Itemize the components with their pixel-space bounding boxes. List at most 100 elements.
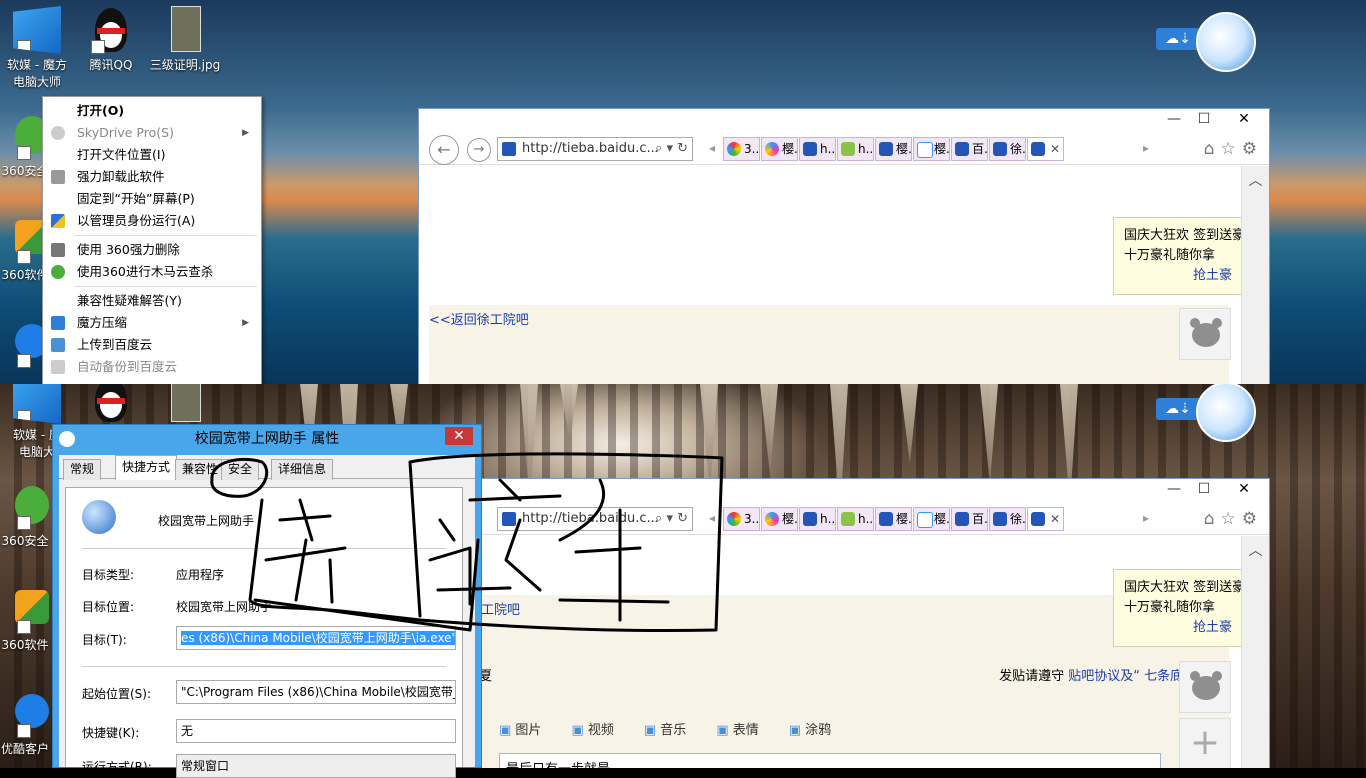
target-label: 目标(T): xyxy=(82,633,127,647)
tab-scroll-right-icon[interactable]: ▸ xyxy=(1143,141,1149,155)
desktop-icon-qq[interactable]: 腾讯QQ xyxy=(74,6,148,73)
forward-arrow-icon[interactable]: → xyxy=(467,138,491,162)
tab-close-icon[interactable]: ✕ xyxy=(1050,508,1060,530)
scroll-up-icon[interactable]: ︿ xyxy=(1242,170,1269,190)
tab[interactable]: 樱... xyxy=(875,137,912,161)
mofang-icon xyxy=(13,6,61,54)
gear-icon[interactable]: ⚙ xyxy=(1242,509,1263,529)
menu-item-run-admin[interactable]: 以管理员身份运行(A) xyxy=(43,210,261,232)
tieba-agreement-link[interactable]: 贴吧协议及 xyxy=(1068,669,1133,684)
browser-titlebar: — ☐ ✕ xyxy=(419,109,1269,131)
menu-item-compat-troubleshoot[interactable]: 兼容性疑难解答(Y) xyxy=(43,290,261,312)
search-refresh-icon[interactable]: ⌕ ▾ ↻ xyxy=(655,508,688,530)
context-menu: 打开(O) SkyDrive Pro(S) ▶ 打开文件位置(I) 强力卸载此软件… xyxy=(42,96,262,384)
back-to-forum-link[interactable]: <<返回徐工院吧 xyxy=(429,309,529,328)
menu-item-mofang-compress[interactable]: 魔方压缩 ▶ xyxy=(43,312,261,334)
tab[interactable]: h... xyxy=(837,507,874,531)
back-to-forum-link[interactable]: 工院吧 xyxy=(481,599,520,618)
close-button[interactable]: ✕ xyxy=(1221,479,1267,499)
maximize-button[interactable]: ☐ xyxy=(1189,479,1219,499)
divider xyxy=(82,548,446,549)
gear-icon[interactable]: ⚙ xyxy=(1242,139,1263,159)
search-refresh-icon[interactable]: ⌕ ▾ ↻ xyxy=(655,138,688,160)
menu-item-pin-start[interactable]: 固定到“开始”屏幕(P) xyxy=(43,188,261,210)
insert-emoji-button[interactable]: 表情 xyxy=(716,719,759,738)
back-arrow-icon[interactable]: ← xyxy=(429,135,459,165)
tab[interactable]: 樱... xyxy=(875,507,912,531)
desktop-icon-jpg[interactable]: 三级证明.jpg xyxy=(148,6,222,73)
tab[interactable]: h... xyxy=(799,507,836,531)
bear-mascot-icon[interactable] xyxy=(1179,661,1231,713)
promo-link[interactable]: 抢土豪 xyxy=(1124,618,1232,638)
post-editor[interactable]: 最后只有一步就是 xyxy=(499,753,1161,768)
target-field[interactable]: es (x86)\China Mobile\校园宽带上网助手\ia.exe" xyxy=(176,626,456,650)
menu-separator xyxy=(75,235,257,236)
desktop-icon-qq[interactable] xyxy=(74,384,148,426)
menu-item-open[interactable]: 打开(O) xyxy=(43,100,261,122)
insert-music-button[interactable]: 音乐 xyxy=(644,719,686,738)
tab[interactable]: 樱... xyxy=(761,507,798,531)
tab-security[interactable]: 安全 xyxy=(221,459,260,480)
cloud-sync-widget[interactable]: ☁⇣ xyxy=(1156,28,1200,50)
desktop-icon-mofang[interactable]: 软媒 - 魔方 电脑大师 xyxy=(0,6,74,90)
minimize-button[interactable]: — xyxy=(1159,479,1189,499)
home-icon[interactable]: ⌂ xyxy=(1204,509,1221,529)
tab[interactable]: 百... xyxy=(951,507,988,531)
promo-text: 国庆大狂欢 签到送豪 xyxy=(1124,228,1243,243)
address-bar[interactable]: http://tieba.baidu.c... ⌕ ▾ ↻ xyxy=(497,137,693,161)
bear-mascot-icon[interactable] xyxy=(1179,308,1231,360)
promo-popup[interactable]: 国庆大狂欢 签到送豪 十万豪礼随你拿 抢土豪 xyxy=(1113,217,1243,295)
hotkey-field[interactable]: 无 xyxy=(176,719,456,743)
bird-assistant-icon[interactable] xyxy=(1196,384,1256,442)
tab-shortcut[interactable]: 快捷方式 xyxy=(115,455,178,480)
tab[interactable]: 百... xyxy=(951,137,988,161)
menu-item-360-delete[interactable]: 使用 360强力删除 xyxy=(43,239,261,261)
bird-assistant-icon[interactable] xyxy=(1196,12,1256,72)
tab-scroll-right-icon[interactable]: ▸ xyxy=(1143,511,1149,525)
maximize-button[interactable]: ☐ xyxy=(1189,109,1219,129)
promo-link[interactable]: 抢土豪 xyxy=(1124,266,1232,286)
close-button[interactable]: ✕ xyxy=(1221,109,1267,129)
tab[interactable]: 3... xyxy=(723,507,760,531)
cloud-sync-widget[interactable]: ☁⇣ xyxy=(1156,398,1200,420)
menu-item-backup-baidu[interactable]: 自动备份到百度云 xyxy=(43,356,261,378)
favorites-star-icon[interactable]: ☆ xyxy=(1221,139,1242,159)
insert-image-button[interactable]: 图片 xyxy=(499,719,541,738)
address-bar[interactable]: http://tieba.baidu.c... ⌕ ▾ ↻ xyxy=(497,507,693,531)
tab-scroll-left-icon[interactable]: ◂ xyxy=(709,141,715,155)
tab-close-icon[interactable]: ✕ xyxy=(1050,138,1060,160)
tab[interactable]: 徐... xyxy=(989,137,1026,161)
tab[interactable]: 3... xyxy=(723,137,760,161)
menu-item-open-location[interactable]: 打开文件位置(I) xyxy=(43,144,261,166)
tab[interactable]: 樱... xyxy=(913,507,950,531)
start-in-field[interactable]: "C:\Program Files (x86)\China Mobile\校园宽… xyxy=(176,680,456,704)
tab-active[interactable]: ✕ xyxy=(1027,137,1064,161)
tab-scroll-left-icon[interactable]: ◂ xyxy=(709,511,715,525)
tab-compatibility[interactable]: 兼容性 xyxy=(175,459,226,480)
plus-icon[interactable]: + xyxy=(1179,718,1231,768)
scroll-up-icon[interactable]: ︿ xyxy=(1242,540,1269,560)
favorites-star-icon[interactable]: ☆ xyxy=(1221,509,1242,529)
desktop-icon-jpg[interactable] xyxy=(148,384,222,426)
home-icon[interactable]: ⌂ xyxy=(1204,139,1221,159)
tab[interactable]: h... xyxy=(799,137,836,161)
tab[interactable]: 徐... xyxy=(989,507,1026,531)
scrollbar[interactable]: ︿ xyxy=(1241,536,1269,768)
menu-item-force-uninstall[interactable]: 强力卸载此软件 xyxy=(43,166,261,188)
insert-doodle-button[interactable]: 涂鸦 xyxy=(789,719,831,738)
tab[interactable]: 樱... xyxy=(761,137,798,161)
menu-item-skydrive[interactable]: SkyDrive Pro(S) ▶ xyxy=(43,122,261,144)
promo-popup[interactable]: 国庆大狂欢 签到送豪 十万豪礼随你拿 抢土豪 xyxy=(1113,569,1243,647)
menu-item-360-scan[interactable]: 使用360进行木马云查杀 xyxy=(43,261,261,283)
tab-details[interactable]: 详细信息 xyxy=(271,459,334,480)
minimize-button[interactable]: — xyxy=(1159,109,1189,129)
tab-active[interactable]: ✕ xyxy=(1027,507,1064,531)
run-select[interactable]: 常规窗口 xyxy=(176,754,456,778)
insert-video-button[interactable]: 视频 xyxy=(571,719,614,738)
tab[interactable]: h... xyxy=(837,137,874,161)
menu-item-upload-baidu[interactable]: 上传到百度云 xyxy=(43,334,261,356)
tab-general[interactable]: 常规 xyxy=(63,459,102,480)
scrollbar[interactable]: ︿ xyxy=(1241,166,1269,384)
dialog-close-button[interactable]: ✕ xyxy=(445,427,473,445)
tab[interactable]: 樱... xyxy=(913,137,950,161)
